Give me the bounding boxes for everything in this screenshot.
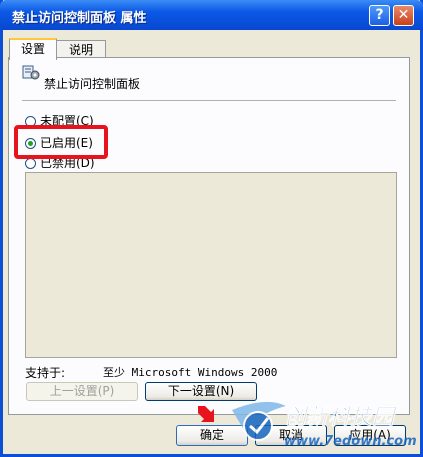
window-title: 禁止访问控制面板 属性 [12,11,147,26]
close-button[interactable]: ✕ [393,5,414,26]
highlight-box [14,125,108,159]
separator [22,100,396,101]
policy-setting-icon [22,65,40,80]
pointer-arrow-icon [198,406,214,422]
svg-text:www.7edown.com: www.7edown.com [284,434,417,449]
policy-title: 禁止访问控制面板 [44,77,141,91]
watermark-logo: 创新科技园 www.7edown.com [232,401,417,449]
comment-area [25,172,397,358]
previous-setting-button[interactable]: 上一设置(P) [26,382,138,401]
tab-settings[interactable]: 设置 [9,38,57,60]
svg-text:创新科技园: 创新科技园 [284,404,398,430]
help-button[interactable]: ? [369,5,390,26]
supported-on-value: 至少 Microsoft Windows 2000 [103,366,278,379]
supported-on-label: 支持于: [25,366,66,380]
title-bar[interactable]: 禁止访问控制面板 属性 ? ✕ [0,0,423,30]
disabled-radio[interactable] [25,158,36,169]
